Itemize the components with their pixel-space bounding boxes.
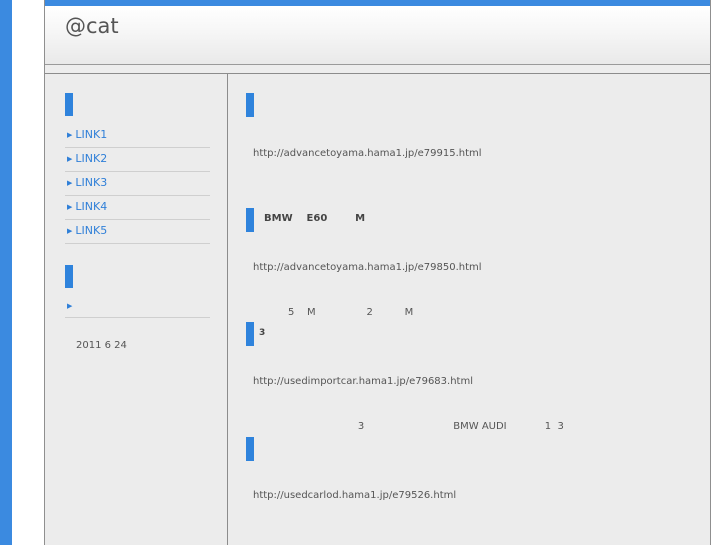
main-content: http://advancetoyama.hama1.jp/e79915.htm… xyxy=(228,74,709,545)
triangle-bullet-icon: ▶ xyxy=(67,203,73,211)
post-text: 3 BMW AUDI 1 3 xyxy=(253,421,564,432)
page-container: @cat ▶ LINK1 ▶ LINK2 ▶ LINK3 ▶ LINK4 ▶ LINK5 … xyxy=(44,0,711,545)
post-heading-marker xyxy=(246,208,254,232)
post-text: 5 M 2 M xyxy=(253,307,414,318)
sidebar-archive-entry[interactable]: ▶ xyxy=(65,298,210,318)
sidebar-link-label: LINK5 xyxy=(75,224,108,237)
post-url[interactable]: http://advancetoyama.hama1.jp/e79915.htm… xyxy=(253,148,482,159)
sidebar: ▶ LINK1 ▶ LINK2 ▶ LINK3 ▶ LINK4 ▶ LINK5 ▶ 201… xyxy=(45,74,227,545)
triangle-bullet-icon: ▶ xyxy=(67,179,73,187)
header-band xyxy=(45,65,710,73)
sidebar-heading-marker-2 xyxy=(65,265,73,288)
sidebar-link-4[interactable]: ▶ LINK4 xyxy=(65,196,210,220)
triangle-bullet-icon: ▶ xyxy=(67,155,73,163)
triangle-bullet-icon: ▶ xyxy=(67,131,73,139)
post-heading-marker xyxy=(246,93,254,117)
sidebar-link-2[interactable]: ▶ LINK2 xyxy=(65,148,210,172)
post-url[interactable]: http://advancetoyama.hama1.jp/e79850.htm… xyxy=(253,262,482,273)
sidebar-link-3[interactable]: ▶ LINK3 xyxy=(65,172,210,196)
sidebar-link-list: ▶ LINK1 ▶ LINK2 ▶ LINK3 ▶ LINK4 ▶ LINK5 xyxy=(65,124,210,244)
sidebar-date: 2011 6 24 xyxy=(76,340,127,351)
site-title[interactable]: @cat xyxy=(65,14,119,38)
post-heading-marker xyxy=(246,437,254,461)
site-header: @cat xyxy=(45,6,710,64)
sidebar-link-label: LINK1 xyxy=(75,128,108,141)
sidebar-link-1[interactable]: ▶ LINK1 xyxy=(65,124,210,148)
sidebar-link-label: LINK3 xyxy=(75,176,108,189)
sidebar-link-label: LINK4 xyxy=(75,200,108,213)
post-title[interactable]: 3 xyxy=(259,328,265,338)
post-url[interactable]: http://usedcarlod.hama1.jp/e79526.html xyxy=(253,490,456,501)
post-url[interactable]: http://usedimportcar.hama1.jp/e79683.htm… xyxy=(253,376,473,387)
post-title[interactable]: BMW E60 M xyxy=(264,213,365,224)
post-heading-marker xyxy=(246,322,254,346)
sidebar-link-5[interactable]: ▶ LINK5 xyxy=(65,220,210,244)
triangle-bullet-icon: ▶ xyxy=(67,227,73,235)
left-accent-bar xyxy=(0,0,12,545)
sidebar-link-label: LINK2 xyxy=(75,152,108,165)
triangle-bullet-icon: ▶ xyxy=(67,302,73,310)
sidebar-heading-marker xyxy=(65,93,73,116)
